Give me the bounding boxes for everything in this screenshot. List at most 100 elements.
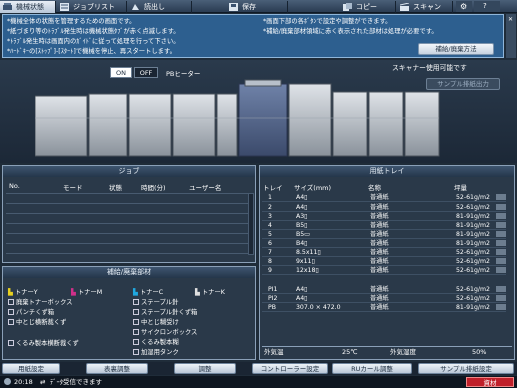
tray-row[interactable]: PI1 A4▯ 普通紙 52-61g/m2 [262,285,506,294]
tab-copy[interactable]: コピー [340,1,396,13]
tray-row[interactable]: PB 307.0 × 472.0 普通紙 81-91g/m2 [262,303,506,312]
message-line: *補給/廃棄部材領域に赤く表示された部材は処理が必要です。 [263,28,438,35]
trim-waste-icon [8,319,14,325]
job-column-time: 時間(分) [141,184,166,192]
job-row[interactable] [6,243,250,244]
printer-machine-graphic[interactable] [35,78,445,160]
top-tab-bar: 機械状態 ジョブリスト 読出し 保存 コピー スキャン ⚙ ? [0,0,517,13]
supply-item[interactable]: 廃棄トナーボックス [8,297,72,306]
tray-row[interactable]: 3 A3▯ 普通紙 81-91g/m2 [262,212,506,221]
tray-row[interactable]: 4 B5▯ 普通紙 81-91g/m2 [262,221,506,230]
settings-button[interactable]: ⚙ [456,1,472,12]
tray-weight: 81-91g/m2 [456,304,490,311]
tray-row[interactable]: PI2 A4▯ 普通紙 52-61g/m2 [262,294,506,303]
supply-item[interactable]: 中とじ横断裁くず [8,317,66,326]
tray-id: 2 [268,204,272,211]
job-row[interactable] [6,223,250,224]
tray-row[interactable]: 5 B5▭ 普通紙 81-91g/m2 [262,230,506,239]
tab-scan[interactable]: スキャン [397,1,453,13]
toner-m[interactable]: ▙ トナーM [71,287,102,296]
tray-row[interactable]: 7 8.5x11▯ 普通紙 52-61g/m2 [262,248,506,257]
punch-box-icon [8,309,14,315]
supply-item-label: くるみ製本横断裁くず [16,340,79,347]
job-row[interactable] [6,193,250,194]
job-scrollbar[interactable] [248,193,254,255]
tray-select-icon [496,267,506,273]
job-column-status: 状態 [109,184,122,192]
close-icon: ✕ [508,16,514,23]
message-line: *画面下部の各ﾎﾞﾀﾝで設定や調整ができます。 [263,18,392,25]
supply-item-label: サイクロンボックス [141,329,198,336]
tab-save[interactable]: 保存 [226,1,288,13]
data-receive-icon: ⇄ [40,378,46,386]
tray-id: 3 [268,213,272,220]
tray-select-icon [496,295,506,301]
paper-settings-button[interactable]: 用紙設定 [2,363,60,374]
heater-on-button[interactable]: ON [110,67,132,78]
message-line: *紙づまり等のﾄﾗﾌﾞﾙ発生時は機械状態ﾀﾌﾞが赤く点滅します。 [7,28,180,35]
glue-tray-icon [133,319,139,325]
supply-item[interactable]: パンチくず箱 [8,307,54,316]
tab-label: 保存 [242,3,256,11]
material-label: 資材 [483,379,497,387]
tray-select-icon [496,194,506,200]
controller-settings-button[interactable]: コントローラー設定 [252,363,328,374]
tray-select-icon [496,286,506,292]
tray-paper-name: 普通紙 [370,240,389,247]
help-button[interactable]: ? [474,1,500,12]
job-panel-title: ジョブ [3,166,255,177]
tray-paper-name: 普通紙 [370,258,389,265]
supply-item[interactable]: サイクロンボックス [133,327,197,336]
recall-icon [132,4,139,10]
tray-row[interactable]: 2 A4▯ 普通紙 52-61g/m2 [262,203,506,212]
tray-row[interactable]: 9 12x18▯ 普通紙 52-61g/m2 [262,266,506,275]
staple-icon [133,299,139,305]
ru-curl-adjust-button[interactable]: RUカール調整 [332,363,412,374]
toner-c-icon: ▙ [133,289,138,296]
toner-c[interactable]: ▙ トナーC [133,287,163,296]
supply-method-button[interactable]: 補給/廃棄方法 [418,43,494,55]
gear-icon: ⚙ [460,2,468,11]
sample-output-settings-button[interactable]: サンプル排紙設定 [418,363,514,374]
toner-k[interactable]: ▙ トナーK [195,287,225,296]
message-scroll-button[interactable]: ✕ [506,14,516,58]
tab-machine-status[interactable]: 機械状態 [0,1,56,13]
tray-select-icon [496,222,506,228]
tab-recall[interactable]: 読出し [128,1,192,13]
toner-y[interactable]: ▙ トナーY [8,287,38,296]
toner-k-label: トナーK [201,289,225,296]
tray-row[interactable]: 8 9x11▯ 普通紙 52-61g/m2 [262,257,506,266]
duplex-adjust-button[interactable]: 表裏調整 [86,363,148,374]
job-row[interactable] [6,253,250,254]
tray-paper-name: 普通紙 [370,286,389,293]
tray-select-icon [496,249,506,255]
tray-weight: 81-91g/m2 [456,213,490,220]
job-row[interactable] [6,213,250,214]
tray-size: B4▯ [296,240,308,247]
scan-icon [400,3,409,11]
heater-off-button[interactable]: OFF [134,67,158,78]
job-panel: ジョブ No. モード 状態 時間(分) ユーザー名 [2,165,256,263]
job-row[interactable] [6,233,250,234]
tab-job-list[interactable]: ジョブリスト [57,1,127,13]
tray-paper-name: 普通紙 [370,222,389,229]
supply-item[interactable]: くるみ製本横断裁くず [8,338,79,347]
supply-item[interactable]: 中とじ糊受け [133,317,179,326]
supply-item-label: 廃棄トナーボックス [16,299,73,306]
tray-size: 9x11▯ [296,258,315,265]
supply-item[interactable]: ステープル針 [133,297,178,306]
tray-row[interactable]: 6 B4▯ 普通紙 81-91g/m2 [262,239,506,248]
supply-item[interactable]: ステープル針くず箱 [133,307,197,316]
material-status-badge[interactable]: 資材 [466,377,514,387]
outside-temp-label: 外気温 [264,348,284,356]
humidifier-tank-icon [133,349,139,355]
toner-y-icon: ▙ [8,289,13,296]
tray-column-name: 名称 [368,184,381,192]
job-row[interactable] [6,203,250,204]
cyclone-box-icon [133,329,139,335]
tray-row[interactable]: 1 A4▯ 普通紙 52-61g/m2 [262,193,506,202]
supply-item[interactable]: 加湿用タンク [133,347,179,356]
adjust-button[interactable]: 調整 [174,363,236,374]
help-icon: ? [483,2,487,10]
supply-item[interactable]: くるみ製本糊 [133,337,179,346]
